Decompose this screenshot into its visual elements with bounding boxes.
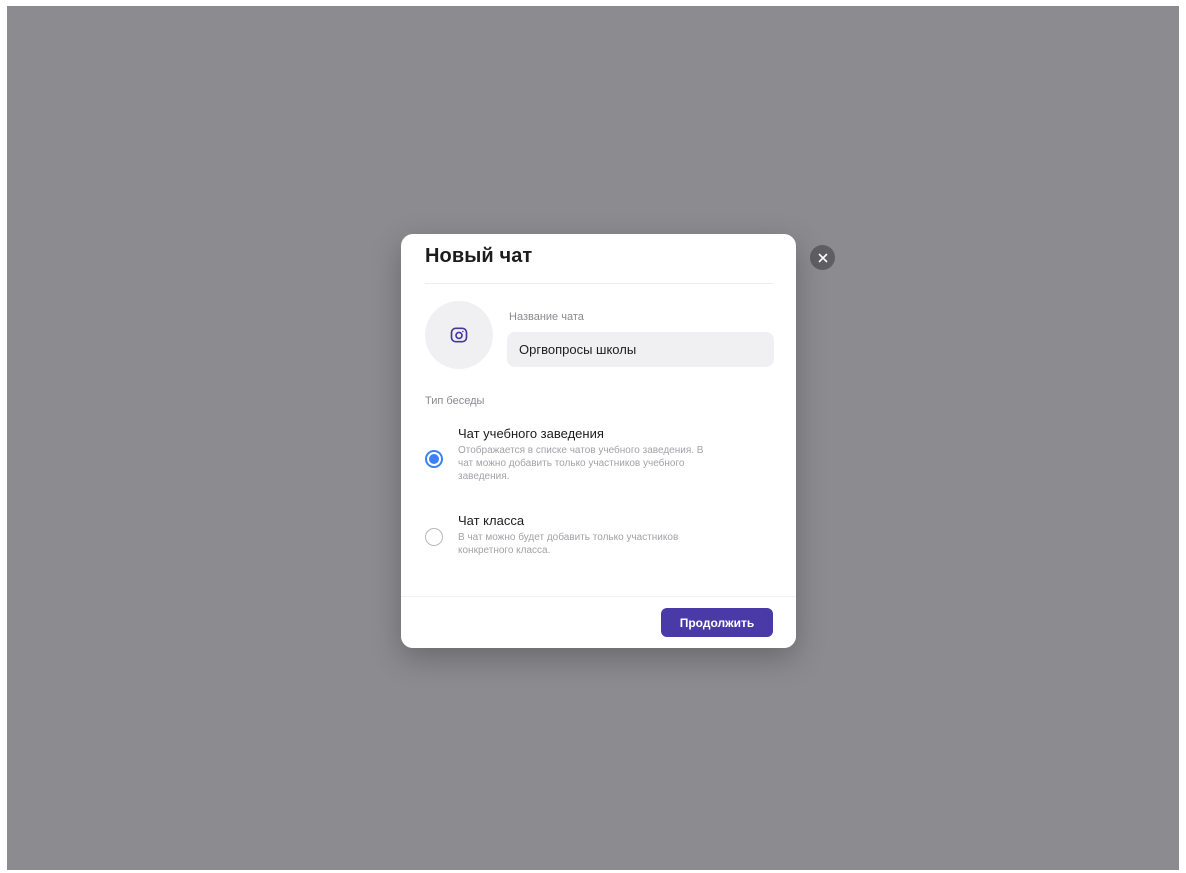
new-chat-dialog: Новый чат Название чата Тип беседы Чат у… [401, 234, 796, 648]
option-school-chat-description: Отображается в списке чатов учебного зав… [458, 445, 704, 482]
close-button[interactable] [810, 245, 835, 270]
chat-name-input[interactable] [507, 332, 774, 367]
footer-divider [401, 596, 796, 597]
option-class-chat-title: Чат класса [458, 513, 525, 528]
chat-name-label: Название чата [509, 311, 584, 323]
radio-school-chat[interactable] [425, 450, 443, 468]
chat-avatar-upload-button[interactable] [425, 301, 493, 369]
title-divider [425, 283, 773, 284]
dialog-title: Новый чат [425, 245, 533, 267]
radio-class-chat[interactable] [425, 528, 443, 546]
option-school-chat-title: Чат учебного заведения [458, 426, 604, 441]
continue-button[interactable]: Продолжить [661, 608, 773, 637]
close-icon [818, 253, 827, 262]
camera-icon [450, 327, 468, 343]
chat-type-label: Тип беседы [425, 395, 485, 407]
option-class-chat-description: В чат можно будет добавить только участн… [458, 532, 679, 556]
